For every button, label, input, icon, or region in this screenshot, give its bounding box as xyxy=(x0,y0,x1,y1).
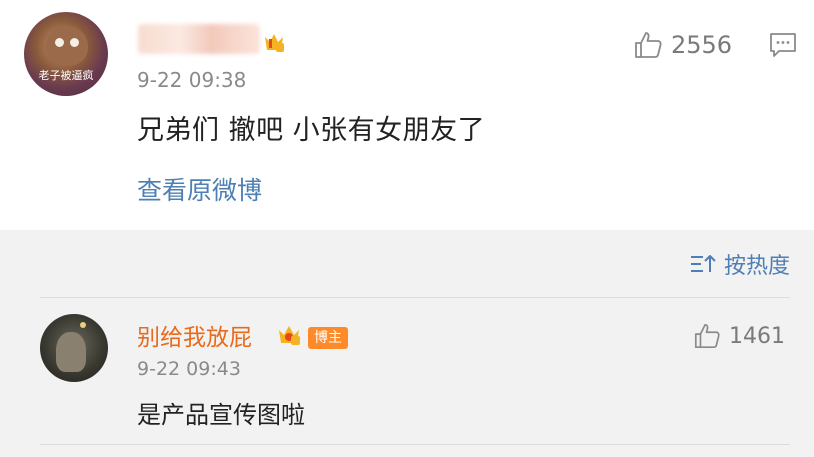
cartoon-cat-image xyxy=(46,26,88,66)
post-like-count: 2556 xyxy=(671,31,733,59)
comment-content: 是产品宣传图啦 xyxy=(137,401,305,429)
comments-section: 按热度 别给我放屁 博主 9-22 09:43 是产品宣传图啦 1461 xyxy=(0,230,814,457)
thumbs-up-icon xyxy=(694,323,720,349)
post-author-name-blurred[interactable] xyxy=(138,24,260,54)
comment-timestamp: 9-22 09:43 xyxy=(137,358,241,380)
post-author-avatar[interactable]: 老子被逼疯 xyxy=(24,12,108,96)
comment-like-count: 1461 xyxy=(729,323,785,349)
commenter-avatar[interactable] xyxy=(40,314,108,382)
post-like-button[interactable]: 2556 xyxy=(633,30,732,60)
avatar-photo-figure xyxy=(56,332,86,372)
avatar-caption: 老子被逼疯 xyxy=(38,69,94,82)
sort-icon xyxy=(690,255,716,272)
sort-by-hot-button[interactable]: 按热度 xyxy=(690,248,790,280)
divider xyxy=(40,444,790,445)
sort-label: 按热度 xyxy=(723,254,790,279)
post-content: 兄弟们 撤吧 小张有女朋友了 xyxy=(137,115,486,146)
original-post: 老子被逼疯 9-22 09:38 兄弟们 撤吧 小张有女朋友了 查看原微博 25… xyxy=(0,0,814,230)
thumbs-up-icon xyxy=(635,32,662,58)
crown-badge-icon xyxy=(279,326,300,345)
vip-badge-icon xyxy=(265,34,284,52)
avatar-photo-light xyxy=(80,322,86,328)
commenter-username[interactable]: 别给我放屁 xyxy=(137,318,252,352)
view-original-weibo-link[interactable]: 查看原微博 xyxy=(137,171,262,207)
comment-like-button[interactable]: 1461 xyxy=(693,322,785,350)
comment-icon[interactable] xyxy=(769,32,797,58)
author-tag-badge: 博主 xyxy=(308,327,348,349)
post-timestamp: 9-22 09:38 xyxy=(137,68,247,92)
divider xyxy=(40,297,790,298)
